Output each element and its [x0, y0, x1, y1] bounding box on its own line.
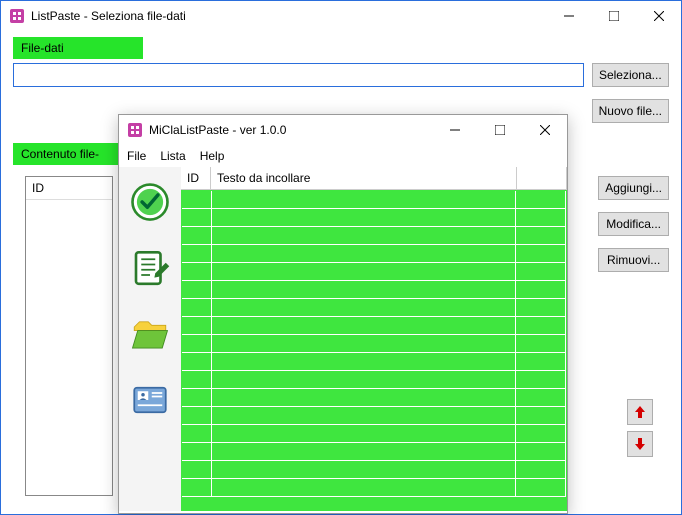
list-header-id: ID [26, 177, 112, 200]
table-row[interactable] [182, 479, 566, 497]
table-row[interactable] [182, 461, 566, 479]
sec-title: MiClaListPaste - ver 1.0.0 [149, 123, 432, 137]
grid-body[interactable] [181, 190, 567, 511]
contacts-icon[interactable] [129, 379, 171, 421]
new-file-button[interactable]: Nuovo file... [592, 99, 669, 123]
table-row[interactable] [182, 335, 566, 353]
col-spacer [517, 167, 567, 189]
select-file-button[interactable]: Seleziona... [592, 63, 669, 87]
table-row[interactable] [182, 443, 566, 461]
sec-minimize-button[interactable] [432, 115, 477, 145]
table-row[interactable] [182, 371, 566, 389]
app-icon [127, 122, 143, 138]
reorder-buttons [627, 399, 653, 463]
table-row[interactable] [182, 191, 566, 209]
file-section: File-dati [1, 37, 681, 63]
check-icon[interactable] [129, 181, 171, 223]
close-icon [654, 11, 664, 21]
menu-file[interactable]: File [127, 149, 146, 163]
add-button[interactable]: Aggiungi... [598, 176, 669, 200]
table-row[interactable] [182, 425, 566, 443]
list-buttons: Aggiungi... Modifica... Rimuovi... [598, 176, 669, 272]
sec-close-button[interactable] [522, 115, 567, 145]
table-row[interactable] [182, 353, 566, 371]
col-id[interactable]: ID [181, 167, 211, 189]
maximize-icon [495, 125, 505, 135]
table-row[interactable] [182, 389, 566, 407]
close-button[interactable] [636, 1, 681, 31]
col-text[interactable]: Testo da incollare [211, 167, 517, 189]
edit-button[interactable]: Modifica... [598, 212, 669, 236]
table-row[interactable] [182, 407, 566, 425]
grid: ID Testo da incollare [181, 167, 567, 511]
main-title: ListPaste - Seleziona file-dati [31, 9, 546, 23]
sec-body: ID Testo da incollare [119, 167, 567, 511]
table-row[interactable] [182, 209, 566, 227]
table-row[interactable] [182, 245, 566, 263]
menu-help[interactable]: Help [200, 149, 225, 163]
note-edit-icon[interactable] [129, 247, 171, 289]
content-label: Contenuto file- [13, 143, 133, 165]
folder-open-icon[interactable] [129, 313, 171, 355]
move-up-button[interactable] [627, 399, 653, 425]
minimize-button[interactable] [546, 1, 591, 31]
toolstrip [119, 167, 181, 511]
table-row[interactable] [182, 263, 566, 281]
table-row[interactable] [182, 299, 566, 317]
table-row[interactable] [182, 317, 566, 335]
sec-titlebar: MiClaListPaste - ver 1.0.0 [119, 115, 567, 145]
file-path-input[interactable] [13, 63, 584, 87]
table-row[interactable] [182, 227, 566, 245]
close-icon [540, 125, 550, 135]
minimize-icon [450, 125, 460, 135]
grid-header: ID Testo da incollare [181, 167, 567, 190]
secondary-window: MiClaListPaste - ver 1.0.0 File Lista He… [118, 114, 568, 514]
remove-button[interactable]: Rimuovi... [598, 248, 669, 272]
minimize-icon [564, 11, 574, 21]
file-label: File-dati [13, 37, 143, 59]
maximize-button[interactable] [591, 1, 636, 31]
sec-maximize-button[interactable] [477, 115, 522, 145]
maximize-icon [609, 11, 619, 21]
main-titlebar: ListPaste - Seleziona file-dati [1, 1, 681, 31]
app-icon [9, 8, 25, 24]
menu-lista[interactable]: Lista [160, 149, 185, 163]
menubar: File Lista Help [119, 145, 567, 167]
move-down-button[interactable] [627, 431, 653, 457]
arrow-up-icon [635, 406, 645, 418]
content-list[interactable]: ID [25, 176, 113, 496]
arrow-down-icon [635, 438, 645, 450]
table-row[interactable] [182, 281, 566, 299]
